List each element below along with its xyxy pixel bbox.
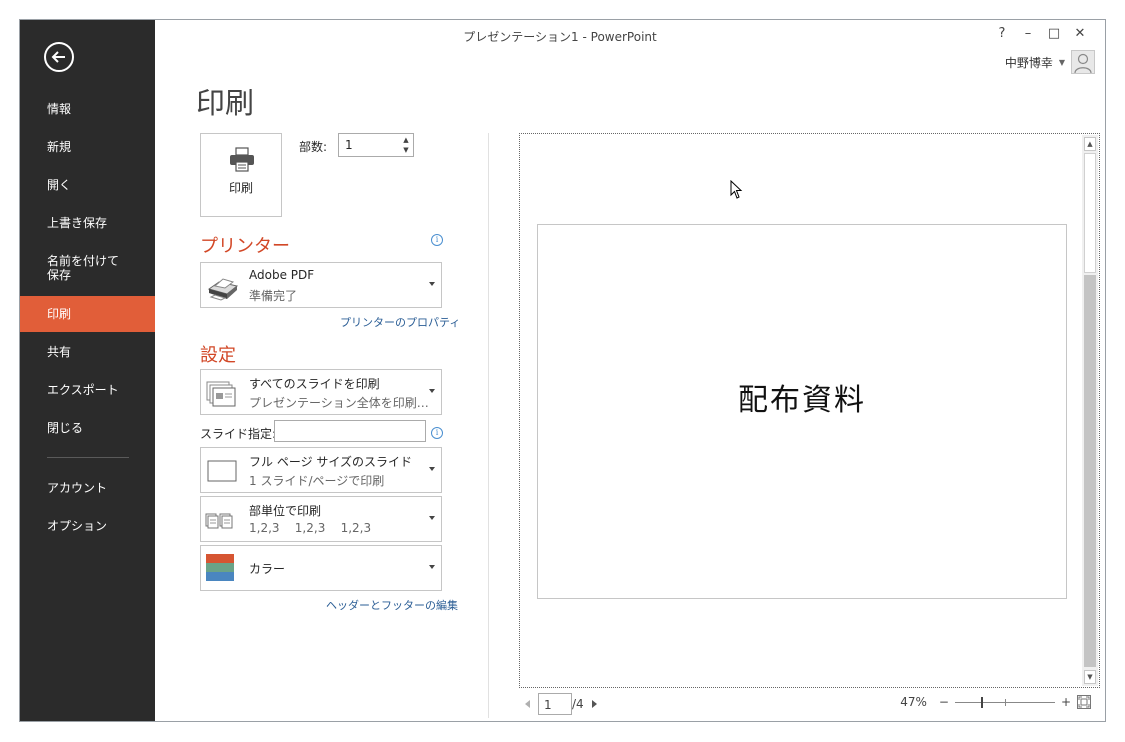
info-icon[interactable]: i	[431, 427, 443, 439]
sidebar-item-close[interactable]: 閉じる	[20, 410, 155, 446]
user-name: 中野博幸	[1004, 55, 1053, 70]
color-dropdown[interactable]: カラー	[200, 545, 442, 591]
backstage-sidebar: 情報 新規 開く 上書き保存 名前を付けて 保存 印刷 共有 エクスポート 閉じ…	[20, 20, 155, 721]
zoom-in-icon[interactable]: +	[1061, 695, 1071, 709]
collate-dropdown[interactable]: 部単位で印刷 1,2,3 1,2,3 1,2,3	[200, 496, 442, 542]
title-bar: プレゼンテーション1 - PowerPoint ? – □ ✕ 中野博幸 ▼	[155, 20, 1105, 74]
total-pages: /4	[572, 697, 584, 711]
slides-stack-icon	[206, 381, 236, 407]
scroll-track[interactable]	[1084, 275, 1096, 667]
copies-stepper[interactable]: 1 ▲ ▼	[338, 133, 414, 157]
close-icon[interactable]: ✕	[1069, 26, 1091, 41]
chevron-down-icon	[429, 282, 435, 286]
layout-subtitle: 1 スライド/ページで印刷	[249, 474, 385, 488]
chevron-down-icon	[429, 389, 435, 393]
sidebar-item-new[interactable]: 新規	[20, 129, 155, 165]
collate-subtitle: 1,2,3 1,2,3 1,2,3	[249, 521, 372, 535]
scroll-thumb[interactable]	[1084, 153, 1096, 273]
back-arrow-icon[interactable]	[44, 42, 74, 72]
print-range-subtitle: プレゼンテーション全体を印刷…	[249, 396, 429, 410]
copies-value: 1	[345, 138, 353, 152]
collate-title: 部単位で印刷	[249, 504, 322, 518]
info-icon[interactable]: i	[431, 234, 443, 246]
preview-scrollbar[interactable]: ▲ ▼	[1082, 135, 1098, 686]
layout-dropdown[interactable]: フル ページ サイズのスライド 1 スライド/ページで印刷	[200, 447, 442, 493]
window-title: プレゼンテーション1 - PowerPoint	[463, 30, 657, 44]
user-account[interactable]: 中野博幸 ▼	[1005, 50, 1095, 74]
chevron-down-icon	[429, 516, 435, 520]
chevron-down-icon	[429, 565, 435, 569]
chevron-down-icon: ▼	[1058, 57, 1065, 67]
printer-status: 準備完了	[249, 289, 298, 303]
printer-device-icon	[207, 278, 239, 301]
header-footer-link[interactable]: ヘッダーとフッターの編集	[326, 597, 458, 613]
sidebar-item-print[interactable]: 印刷	[20, 296, 155, 332]
spin-up-icon[interactable]: ▲	[401, 135, 411, 145]
scroll-down-icon[interactable]: ▼	[1084, 670, 1096, 684]
sidebar-separator	[47, 457, 129, 458]
slide-title: 配布資料	[738, 383, 866, 418]
color-title: カラー	[249, 562, 286, 576]
help-icon[interactable]: ?	[991, 26, 1013, 41]
spin-down-icon[interactable]: ▼	[401, 145, 411, 155]
sidebar-item-save-as[interactable]: 名前を付けて 保存	[20, 246, 155, 290]
zoom-slider-knob[interactable]	[980, 696, 983, 708]
settings-heading: 設定	[200, 345, 236, 366]
slide-preview: 配布資料	[537, 224, 1067, 599]
zoom-slider-tick	[1004, 698, 1006, 706]
sidebar-item-info[interactable]: 情報	[20, 91, 155, 127]
slides-input[interactable]	[274, 420, 426, 442]
chevron-down-icon	[429, 467, 435, 471]
printer-dropdown[interactable]: Adobe PDF 準備完了	[200, 262, 442, 308]
print-range-title: すべてのスライドを印刷	[249, 377, 380, 391]
sidebar-item-share[interactable]: 共有	[20, 334, 155, 370]
previous-page-icon[interactable]	[525, 700, 530, 708]
printer-name: Adobe PDF	[249, 268, 315, 282]
copies-label: 部数:	[299, 140, 328, 154]
sidebar-item-save[interactable]: 上書き保存	[20, 205, 155, 241]
page-number-input[interactable]: 1	[538, 693, 572, 715]
page-title: 印刷	[196, 86, 255, 120]
next-page-icon[interactable]	[591, 700, 597, 708]
print-button[interactable]: 印刷	[200, 133, 282, 217]
mouse-cursor-icon	[730, 180, 743, 199]
fit-to-window-icon[interactable]	[1077, 695, 1091, 709]
printer-properties-link[interactable]: プリンターのプロパティ	[340, 314, 460, 330]
color-swatch-icon	[205, 552, 239, 586]
print-range-dropdown[interactable]: すべてのスライドを印刷 プレゼンテーション全体を印刷…	[200, 369, 442, 415]
printer-icon	[230, 147, 254, 172]
full-page-slide-icon	[207, 460, 237, 482]
app-window: 情報 新規 開く 上書き保存 名前を付けて 保存 印刷 共有 エクスポート 閉じ…	[20, 20, 1105, 721]
collate-icon	[205, 513, 233, 529]
printer-heading: プリンター	[200, 236, 290, 257]
page-navigator: 1 /4	[525, 693, 597, 715]
sidebar-item-account[interactable]: アカウント	[20, 470, 155, 506]
zoom-slider[interactable]	[954, 696, 1055, 708]
maximize-icon[interactable]: □	[1043, 26, 1065, 41]
slides-label: スライド指定:	[200, 427, 277, 441]
print-preview: 配布資料 ▲ ▼	[519, 133, 1100, 688]
print-button-label: 印刷	[228, 181, 253, 195]
avatar[interactable]	[1071, 50, 1095, 74]
panel-divider	[488, 133, 489, 718]
layout-title: フル ページ サイズのスライド	[249, 455, 413, 469]
zoom-out-icon[interactable]: −	[939, 695, 949, 709]
minimize-icon[interactable]: –	[1017, 26, 1039, 41]
zoom-control: 47% − +	[900, 695, 1091, 709]
sidebar-item-export[interactable]: エクスポート	[20, 372, 155, 408]
sidebar-item-open[interactable]: 開く	[20, 167, 155, 203]
scroll-up-icon[interactable]: ▲	[1084, 137, 1096, 151]
sidebar-item-options[interactable]: オプション	[20, 508, 155, 544]
zoom-level[interactable]: 47%	[900, 695, 927, 709]
